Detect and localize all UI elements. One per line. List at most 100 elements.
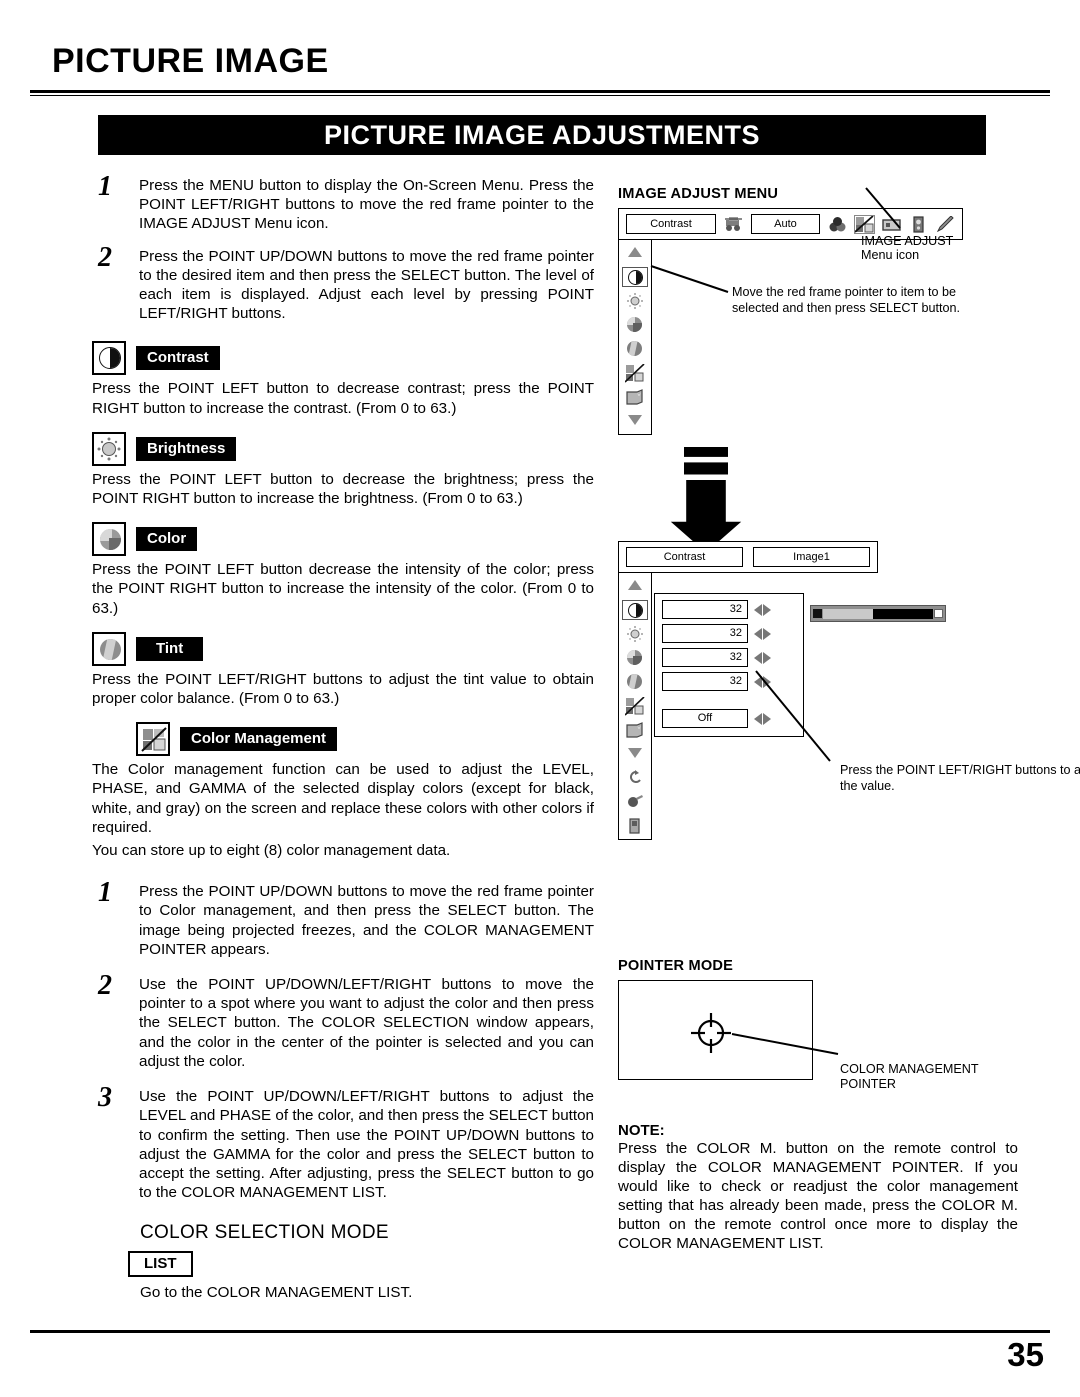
osd-icon-rail-1 <box>618 240 652 435</box>
feature-label: Contrast <box>136 346 220 371</box>
feature-label: Color Management <box>180 727 338 752</box>
value-row: 32 <box>662 648 796 667</box>
left-right-arrows-icon[interactable] <box>754 651 771 664</box>
brightness-icon <box>92 431 126 466</box>
page-title: PICTURE IMAGE <box>52 42 329 80</box>
note-title: NOTE: <box>618 1122 665 1139</box>
left-right-arrows-icon[interactable] <box>754 675 771 688</box>
contrast-icon[interactable] <box>622 600 648 620</box>
step-number: 1 <box>98 171 112 202</box>
color-icon <box>92 522 126 557</box>
cm-step-3: 3 Use the POINT UP/DOWN/LEFT/RIGHT butto… <box>92 1082 594 1202</box>
slider-knob-right[interactable] <box>934 609 943 618</box>
feature-label: Brightness <box>136 436 237 461</box>
osd-field-auto[interactable]: Auto <box>750 214 820 234</box>
step-text: Use the POINT UP/DOWN/LEFT/RIGHT buttons… <box>139 1088 594 1202</box>
osd-field-image1[interactable]: Image1 <box>753 547 870 567</box>
image-icon[interactable] <box>622 387 648 407</box>
screen-icon[interactable] <box>882 216 901 233</box>
pointer-mode-screen <box>618 980 813 1080</box>
step-text: Press the MENU button to display the On-… <box>139 177 594 233</box>
color-management-icon[interactable] <box>622 363 648 383</box>
feature-label: Tint <box>136 636 204 661</box>
reset-icon[interactable] <box>622 768 648 788</box>
value-color-management[interactable]: Off <box>662 709 748 728</box>
pointer-mode-heading: POINTER MODE <box>618 958 734 974</box>
left-right-arrows-icon[interactable] <box>754 627 771 640</box>
value-color[interactable]: 32 <box>662 648 748 667</box>
left-column: 1 Press the MENU button to display the O… <box>92 171 594 1303</box>
section-banner: PICTURE IMAGE ADJUSTMENTS <box>98 115 986 155</box>
osd-field-contrast-2[interactable]: Contrast <box>626 547 743 567</box>
value-row: 32 <box>662 624 796 643</box>
value-row: 32 <box>662 600 796 619</box>
callout-menu-icon-label: IMAGE ADJUST Menu icon <box>861 234 954 262</box>
cm-step-2: 2 Use the POINT UP/DOWN/LEFT/RIGHT butto… <box>92 970 594 1071</box>
color-icon[interactable] <box>622 648 648 668</box>
callout-adjust-label: Press the POINT LEFT/RIGHT buttons to ad… <box>840 763 1080 793</box>
step-number: 2 <box>98 241 112 273</box>
tint-icon <box>92 631 126 666</box>
feature-tint-text: Press the POINT LEFT/RIGHT buttons to ad… <box>92 670 594 708</box>
value-contrast[interactable]: 32 <box>662 600 748 619</box>
slider-track[interactable] <box>823 608 933 619</box>
value-slider[interactable] <box>810 605 946 622</box>
document-page: PICTURE IMAGE PICTURE IMAGE ADJUSTMENTS … <box>0 0 1080 1397</box>
callout-move-pointer-label: Move the red frame pointer to item to be… <box>732 285 960 315</box>
value-tint[interactable]: 32 <box>662 672 748 691</box>
step-text: Use the POINT UP/DOWN/LEFT/RIGHT buttons… <box>139 976 594 1070</box>
slider-knob-left[interactable] <box>813 609 822 618</box>
osd-icon-rail-2 <box>618 573 652 840</box>
image-icon[interactable] <box>622 720 648 740</box>
color-balls-icon[interactable] <box>828 216 847 233</box>
feature-contrast-header: Contrast <box>92 341 594 376</box>
value-row: Off <box>662 709 796 728</box>
value-panel: 32 32 32 32 Off <box>654 593 804 737</box>
left-right-arrows-icon[interactable] <box>754 712 771 725</box>
value-brightness[interactable]: 32 <box>662 624 748 643</box>
feature-contrast-text: Press the POINT LEFT button to decrease … <box>92 380 594 417</box>
step-text: Press the POINT UP/DOWN buttons to move … <box>139 247 594 323</box>
cm-step-1: 1 Press the POINT UP/DOWN buttons to mov… <box>92 879 594 959</box>
color-management-pointer-icon[interactable] <box>681 1003 741 1063</box>
down-arrow-icon[interactable] <box>622 411 648 431</box>
osd-field-contrast[interactable]: Contrast <box>626 214 716 234</box>
tint-icon[interactable] <box>622 672 648 692</box>
callout-pointer-line1: COLOR MANAGEMENT <box>840 1062 979 1076</box>
left-right-arrows-icon[interactable] <box>754 603 771 616</box>
color-icon[interactable] <box>622 315 648 335</box>
intro-step-2: 2 Press the POINT UP/DOWN buttons to mov… <box>92 241 594 324</box>
up-arrow-icon[interactable] <box>622 243 648 263</box>
step-number: 3 <box>98 1082 112 1114</box>
down-arrow-icon[interactable] <box>622 744 648 764</box>
feature-cm-text2: You can store up to eight (8) color mana… <box>92 842 451 860</box>
color-management-glyph <box>141 727 167 752</box>
osd-menu-1: Contrast Auto IMAGE ADJUST Menu icon Mov… <box>618 187 963 435</box>
quit-icon[interactable] <box>622 816 648 836</box>
tint-icon[interactable] <box>622 339 648 359</box>
color-management-icon[interactable] <box>622 696 648 716</box>
step-number: 2 <box>98 970 112 1002</box>
intro-step-1: 1 Press the MENU button to display the O… <box>92 171 594 234</box>
footer-rule <box>30 1330 1050 1333</box>
sound-icon[interactable] <box>909 215 928 233</box>
callout-pointer-label: COLOR MANAGEMENT POINTER <box>840 1062 979 1092</box>
note-text: Press the COLOR M. button on the remote … <box>618 1140 1018 1252</box>
callout-pointer-line2: POINTER <box>840 1077 896 1091</box>
list-button[interactable]: LIST <box>128 1251 193 1278</box>
gear-cart-icon[interactable] <box>724 216 743 233</box>
image-adjust-icon[interactable] <box>854 214 875 234</box>
feature-tint-header: Tint <box>92 631 594 666</box>
brightness-icon[interactable] <box>622 291 648 311</box>
up-arrow-icon[interactable] <box>622 576 648 596</box>
contrast-icon[interactable] <box>622 267 648 287</box>
list-description: Go to the COLOR MANAGEMENT LIST. <box>140 1284 413 1302</box>
store-icon[interactable] <box>622 792 648 812</box>
right-column: IMAGE ADJUST MENU Contrast Auto IMAGE AD… <box>618 186 1080 1253</box>
feature-color-text: Press the POINT LEFT button decrease the… <box>92 561 594 617</box>
feature-color-header: Color <box>92 522 594 557</box>
feature-color-management-header: Color Management <box>136 722 594 757</box>
pointer-wand-icon[interactable] <box>936 214 955 233</box>
feature-cm-text: The Color management function can be use… <box>92 761 594 836</box>
brightness-icon[interactable] <box>622 624 648 644</box>
